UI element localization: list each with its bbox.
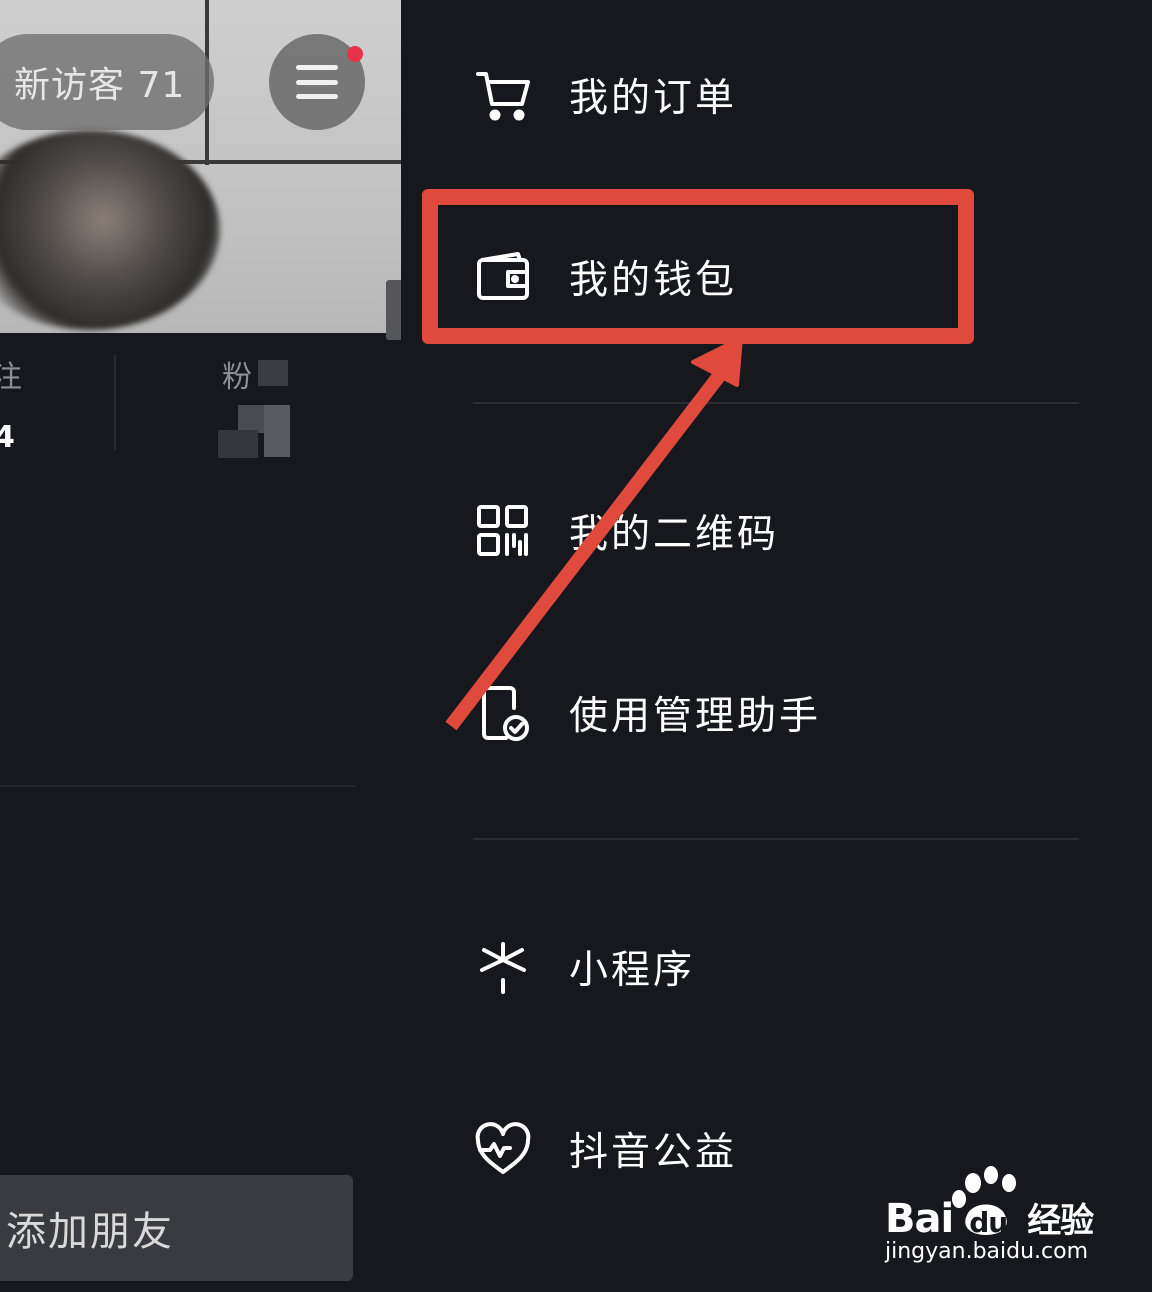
following-label: 注 — [0, 360, 22, 395]
baidu-jingyan-watermark: Bai du 经验 jingyan.baidu.com — [881, 1165, 1141, 1275]
watermark-url: jingyan.baidu.com — [885, 1239, 1089, 1264]
new-visitors-button[interactable]: 新访客 71 — [0, 34, 214, 130]
notification-dot — [347, 46, 363, 62]
annotation-arrow — [445, 336, 743, 731]
add-friend-button[interactable]: 添加朋友 — [0, 1175, 353, 1281]
hamburger-icon — [296, 65, 338, 99]
cover-edge — [386, 280, 401, 340]
add-friend-label: 添加朋友 — [6, 1209, 174, 1255]
watermark-brand: Bai du 经验 — [885, 1196, 1094, 1242]
profile-page: 新访客 71 注 4 粉 添加朋友 — [0, 0, 401, 1292]
new-visitors-label: 新访客 71 — [14, 65, 186, 106]
stat-divider — [114, 355, 116, 450]
pixelated-followers-count — [218, 360, 290, 458]
section-divider — [0, 785, 356, 787]
following-count: 4 — [0, 420, 15, 455]
side-drawer: 我的订单 我的钱包 我的二维码 使用管理助手 小程序 抖音公益 Bai du 经… — [401, 0, 1152, 1292]
